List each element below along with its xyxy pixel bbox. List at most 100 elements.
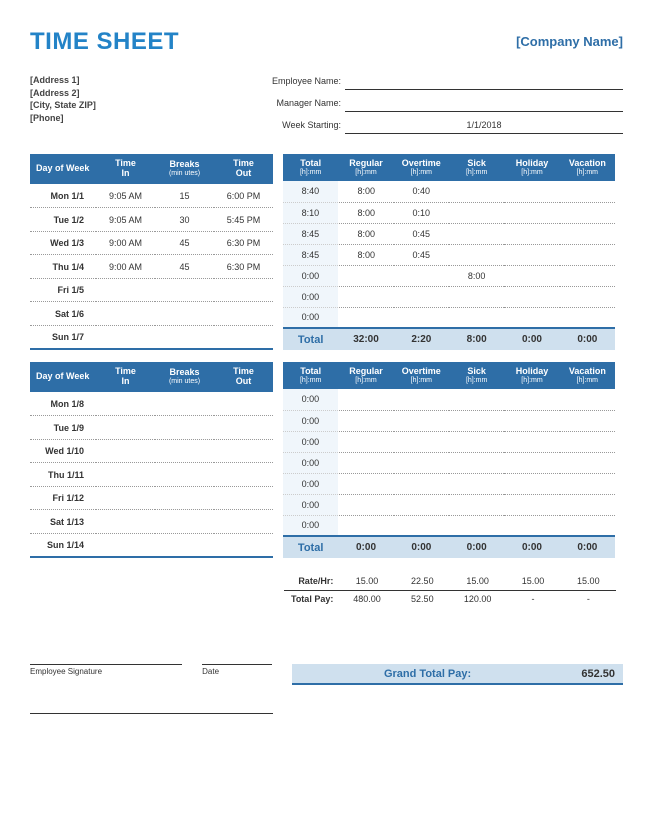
vacation-cell[interactable]: [560, 494, 615, 515]
employee-signature-line[interactable]: Employee Signature: [30, 664, 182, 685]
holiday-cell[interactable]: [504, 515, 559, 536]
holiday-cell[interactable]: [504, 223, 559, 244]
regular-cell[interactable]: 8:00: [338, 181, 393, 202]
regular-cell[interactable]: 8:00: [338, 202, 393, 223]
overtime-cell[interactable]: [394, 494, 449, 515]
overtime-cell[interactable]: [394, 307, 449, 328]
breaks-cell[interactable]: 45: [155, 255, 214, 279]
sick-cell[interactable]: [449, 389, 504, 410]
time-out-cell[interactable]: [214, 302, 273, 326]
breaks-cell[interactable]: [155, 463, 214, 487]
sick-cell[interactable]: [449, 244, 504, 265]
sick-cell[interactable]: [449, 473, 504, 494]
overtime-cell[interactable]: [394, 452, 449, 473]
overtime-cell[interactable]: [394, 389, 449, 410]
time-in-cell[interactable]: [96, 392, 155, 416]
breaks-cell[interactable]: [155, 278, 214, 302]
time-in-cell[interactable]: [96, 510, 155, 534]
sick-cell[interactable]: [449, 515, 504, 536]
breaks-cell[interactable]: [155, 392, 214, 416]
time-in-cell[interactable]: [96, 325, 155, 349]
regular-cell[interactable]: [338, 452, 393, 473]
time-in-cell[interactable]: [96, 486, 155, 510]
breaks-cell[interactable]: 45: [155, 231, 214, 255]
vacation-cell[interactable]: [560, 265, 615, 286]
sick-cell[interactable]: [449, 223, 504, 244]
time-in-cell[interactable]: 9:00 AM: [96, 231, 155, 255]
sick-cell[interactable]: [449, 452, 504, 473]
sick-cell[interactable]: [449, 410, 504, 431]
regular-cell[interactable]: [338, 515, 393, 536]
regular-cell[interactable]: [338, 389, 393, 410]
time-in-cell[interactable]: [96, 416, 155, 440]
regular-cell[interactable]: [338, 494, 393, 515]
breaks-cell[interactable]: 15: [155, 184, 214, 208]
vacation-cell[interactable]: [560, 473, 615, 494]
time-out-cell[interactable]: [214, 278, 273, 302]
sick-cell[interactable]: [449, 307, 504, 328]
address-block[interactable]: [Address 1] [Address 2] [City, State ZIP…: [30, 74, 245, 140]
sick-cell[interactable]: [449, 202, 504, 223]
time-out-cell[interactable]: [214, 392, 273, 416]
overtime-cell[interactable]: 0:45: [394, 223, 449, 244]
regular-cell[interactable]: [338, 307, 393, 328]
rate-vacation[interactable]: 15.00: [561, 572, 616, 590]
breaks-cell[interactable]: [155, 439, 214, 463]
time-in-cell[interactable]: [96, 278, 155, 302]
time-in-cell[interactable]: [96, 302, 155, 326]
holiday-cell[interactable]: [504, 244, 559, 265]
overtime-cell[interactable]: [394, 286, 449, 307]
overtime-cell[interactable]: [394, 515, 449, 536]
vacation-cell[interactable]: [560, 286, 615, 307]
regular-cell[interactable]: 8:00: [338, 223, 393, 244]
holiday-cell[interactable]: [504, 410, 559, 431]
manager-name-input[interactable]: [345, 96, 623, 112]
overtime-cell[interactable]: 0:10: [394, 202, 449, 223]
overtime-cell[interactable]: [394, 410, 449, 431]
overtime-cell[interactable]: [394, 473, 449, 494]
sick-cell[interactable]: [449, 494, 504, 515]
week-starting-input[interactable]: 1/1/2018: [345, 118, 623, 134]
regular-cell[interactable]: [338, 286, 393, 307]
holiday-cell[interactable]: [504, 202, 559, 223]
vacation-cell[interactable]: [560, 307, 615, 328]
regular-cell[interactable]: [338, 431, 393, 452]
time-out-cell[interactable]: [214, 463, 273, 487]
holiday-cell[interactable]: [504, 265, 559, 286]
signature-date-line[interactable]: Date: [202, 664, 272, 685]
holiday-cell[interactable]: [504, 307, 559, 328]
time-out-cell[interactable]: [214, 510, 273, 534]
overtime-cell[interactable]: 0:40: [394, 181, 449, 202]
overtime-cell[interactable]: [394, 431, 449, 452]
holiday-cell[interactable]: [504, 431, 559, 452]
rate-holiday[interactable]: 15.00: [505, 572, 560, 590]
regular-cell[interactable]: 8:00: [338, 244, 393, 265]
holiday-cell[interactable]: [504, 473, 559, 494]
breaks-cell[interactable]: [155, 533, 214, 557]
holiday-cell[interactable]: [504, 494, 559, 515]
rate-sick[interactable]: 15.00: [450, 572, 505, 590]
time-out-cell[interactable]: [214, 533, 273, 557]
sick-cell[interactable]: [449, 286, 504, 307]
time-out-cell[interactable]: 5:45 PM: [214, 208, 273, 232]
vacation-cell[interactable]: [560, 244, 615, 265]
breaks-cell[interactable]: [155, 325, 214, 349]
time-out-cell[interactable]: [214, 325, 273, 349]
breaks-cell[interactable]: [155, 510, 214, 534]
rate-regular[interactable]: 15.00: [339, 572, 394, 590]
sick-cell[interactable]: 8:00: [449, 265, 504, 286]
sick-cell[interactable]: [449, 181, 504, 202]
regular-cell[interactable]: [338, 265, 393, 286]
vacation-cell[interactable]: [560, 181, 615, 202]
holiday-cell[interactable]: [504, 389, 559, 410]
holiday-cell[interactable]: [504, 452, 559, 473]
vacation-cell[interactable]: [560, 515, 615, 536]
vacation-cell[interactable]: [560, 410, 615, 431]
regular-cell[interactable]: [338, 473, 393, 494]
vacation-cell[interactable]: [560, 223, 615, 244]
time-in-cell[interactable]: 9:00 AM: [96, 255, 155, 279]
vacation-cell[interactable]: [560, 202, 615, 223]
time-in-cell[interactable]: [96, 439, 155, 463]
breaks-cell[interactable]: [155, 416, 214, 440]
time-in-cell[interactable]: 9:05 AM: [96, 208, 155, 232]
